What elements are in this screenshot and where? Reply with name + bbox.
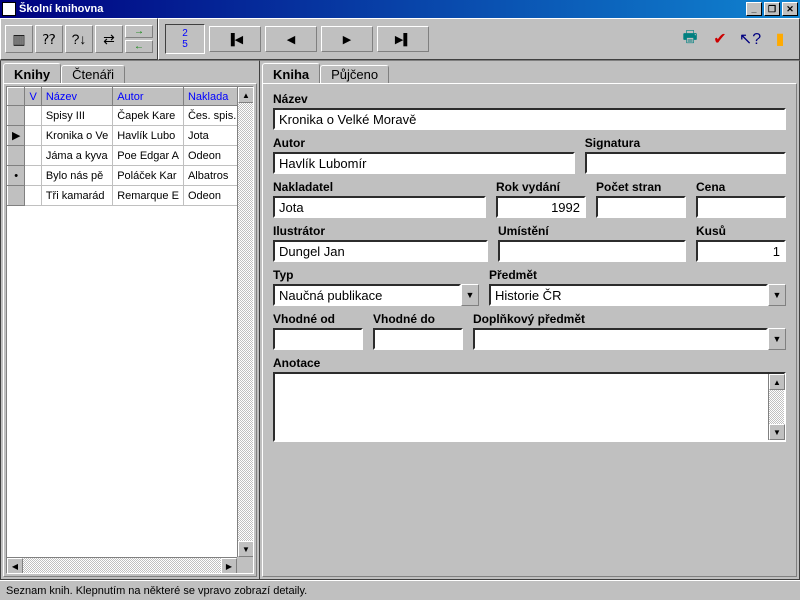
maximize-button[interactable]: ❐ [764,2,780,16]
book-form: Název Autor Signatura [262,83,797,577]
col-v[interactable]: V [25,88,41,106]
row-marker [8,146,25,166]
chevron-down-icon[interactable]: ▼ [768,284,786,306]
scroll-up-icon[interactable]: ▲ [238,87,254,103]
row-marker: • [8,166,25,186]
whatsthis-icon[interactable]: ↖? [737,26,763,52]
left-toolbar: ▥ ⁇ ?↓ ⇄ → ← [0,18,158,60]
table-row[interactable]: •Bylo nás pěPoláček KarAlbatros [8,166,238,186]
tab-readers[interactable]: Čtenáři [61,65,125,83]
minimize-button[interactable]: _ [746,2,762,16]
search-icon[interactable]: ?↓ [65,25,93,53]
label-vhod-do: Vhodné do [373,312,463,326]
label-dopl: Doplňkový předmět [473,312,786,326]
col-nazev[interactable]: Název [41,88,112,106]
combo-typ[interactable] [273,284,461,306]
input-kusu[interactable] [696,240,786,262]
col-marker[interactable] [8,88,25,106]
label-umisteni: Umístění [498,224,686,238]
row-marker: ▶ [8,126,25,146]
scroll-down-icon[interactable]: ▼ [238,541,254,557]
nav-last-button[interactable]: ▶▌ [377,26,429,52]
record-counter: 2 5 [165,24,205,54]
table-row[interactable]: Spisy IIIČapek KareČes. spis. [8,106,238,126]
nav-prev-button[interactable]: ◀ [265,26,317,52]
label-nazev: Název [273,92,786,106]
grid-hscroll[interactable]: ◀ ▶ [7,557,237,573]
app-icon [2,2,16,16]
input-ilustrator[interactable] [273,240,488,262]
scroll-right-icon[interactable]: ▶ [221,558,237,574]
label-typ: Typ [273,268,479,282]
scroll-left-icon[interactable]: ◀ [7,558,23,574]
chevron-down-icon[interactable]: ▼ [461,284,479,306]
row-marker [8,186,25,206]
check-icon[interactable]: ✔ [707,26,733,52]
input-umisteni[interactable] [498,240,686,262]
book-icon[interactable]: ▥ [5,25,33,53]
left-pane: Knihy Čtenáři V Název Autor [0,60,260,580]
chevron-down-icon[interactable]: ▼ [768,328,786,350]
label-vhod-od: Vhodné od [273,312,363,326]
label-signatura: Signatura [585,136,786,150]
help-book-icon[interactable]: ⁇ [35,25,63,53]
label-rok: Rok vydání [496,180,586,194]
title-bar: Školní knihovna _ ❐ ✕ [0,0,800,18]
label-anotace: Anotace [273,356,786,370]
col-naklad[interactable]: Naklada [183,88,237,106]
label-kusu: Kusů [696,224,786,238]
scroll-up-icon[interactable]: ▲ [769,374,785,390]
tab-books[interactable]: Knihy [3,63,61,83]
scroll-down-icon[interactable]: ▼ [769,424,785,440]
tab-book[interactable]: Kniha [262,63,320,83]
right-pane: Kniha Půjčeno Název Autor Signat [260,60,800,580]
table-row[interactable]: ▶Kronika o VeHavlík LuboJota [8,126,238,146]
window-title: Školní knihovna [19,3,103,15]
col-autor[interactable]: Autor [113,88,184,106]
arrow-right-icon[interactable]: → [125,25,153,38]
label-cena: Cena [696,180,786,194]
combo-dopl[interactable] [473,328,768,350]
swap-icon[interactable]: ⇄ [95,25,123,53]
input-rok[interactable] [496,196,586,218]
input-cena[interactable] [696,196,786,218]
label-nakladatel: Nakladatel [273,180,486,194]
row-marker [8,106,25,126]
print-icon[interactable]: 🖶 [677,26,703,52]
input-nazev[interactable] [273,108,786,130]
anotace-vscroll[interactable]: ▲ ▼ [768,374,784,440]
label-predmet: Předmět [489,268,786,282]
label-autor: Autor [273,136,575,150]
nav-first-button[interactable]: ▐◀ [209,26,261,52]
exit-icon[interactable]: ▮ [767,26,793,52]
nav-toolbar: 2 5 ▐◀ ◀ ▶ ▶▌ 🖶 ✔ ↖? ▮ [158,18,800,60]
status-bar: Seznam knih. Klepnutím na některé se vpr… [0,580,800,600]
input-vhod-do[interactable] [373,328,463,350]
tab-loaned[interactable]: Půjčeno [320,65,389,83]
table-row[interactable]: Jáma a kyvaPoe Edgar AOdeon [8,146,238,166]
input-signatura[interactable] [585,152,786,174]
input-stran[interactable] [596,196,686,218]
input-nakladatel[interactable] [273,196,486,218]
table-row[interactable]: Tři kamarádRemarque EOdeon [8,186,238,206]
close-button[interactable]: ✕ [782,2,798,16]
books-grid[interactable]: V Název Autor Naklada Spisy IIIČapek Kar… [6,86,254,574]
nav-next-button[interactable]: ▶ [321,26,373,52]
arrow-left-icon[interactable]: ← [125,40,153,53]
grid-vscroll[interactable]: ▲ ▼ [237,87,253,557]
label-stran: Počet stran [596,180,686,194]
input-autor[interactable] [273,152,575,174]
textarea-anotace[interactable]: ▲ ▼ [273,372,786,442]
input-vhod-od[interactable] [273,328,363,350]
status-text: Seznam knih. Klepnutím na některé se vpr… [6,585,307,597]
combo-predmet[interactable] [489,284,768,306]
label-ilustrator: Ilustrátor [273,224,488,238]
